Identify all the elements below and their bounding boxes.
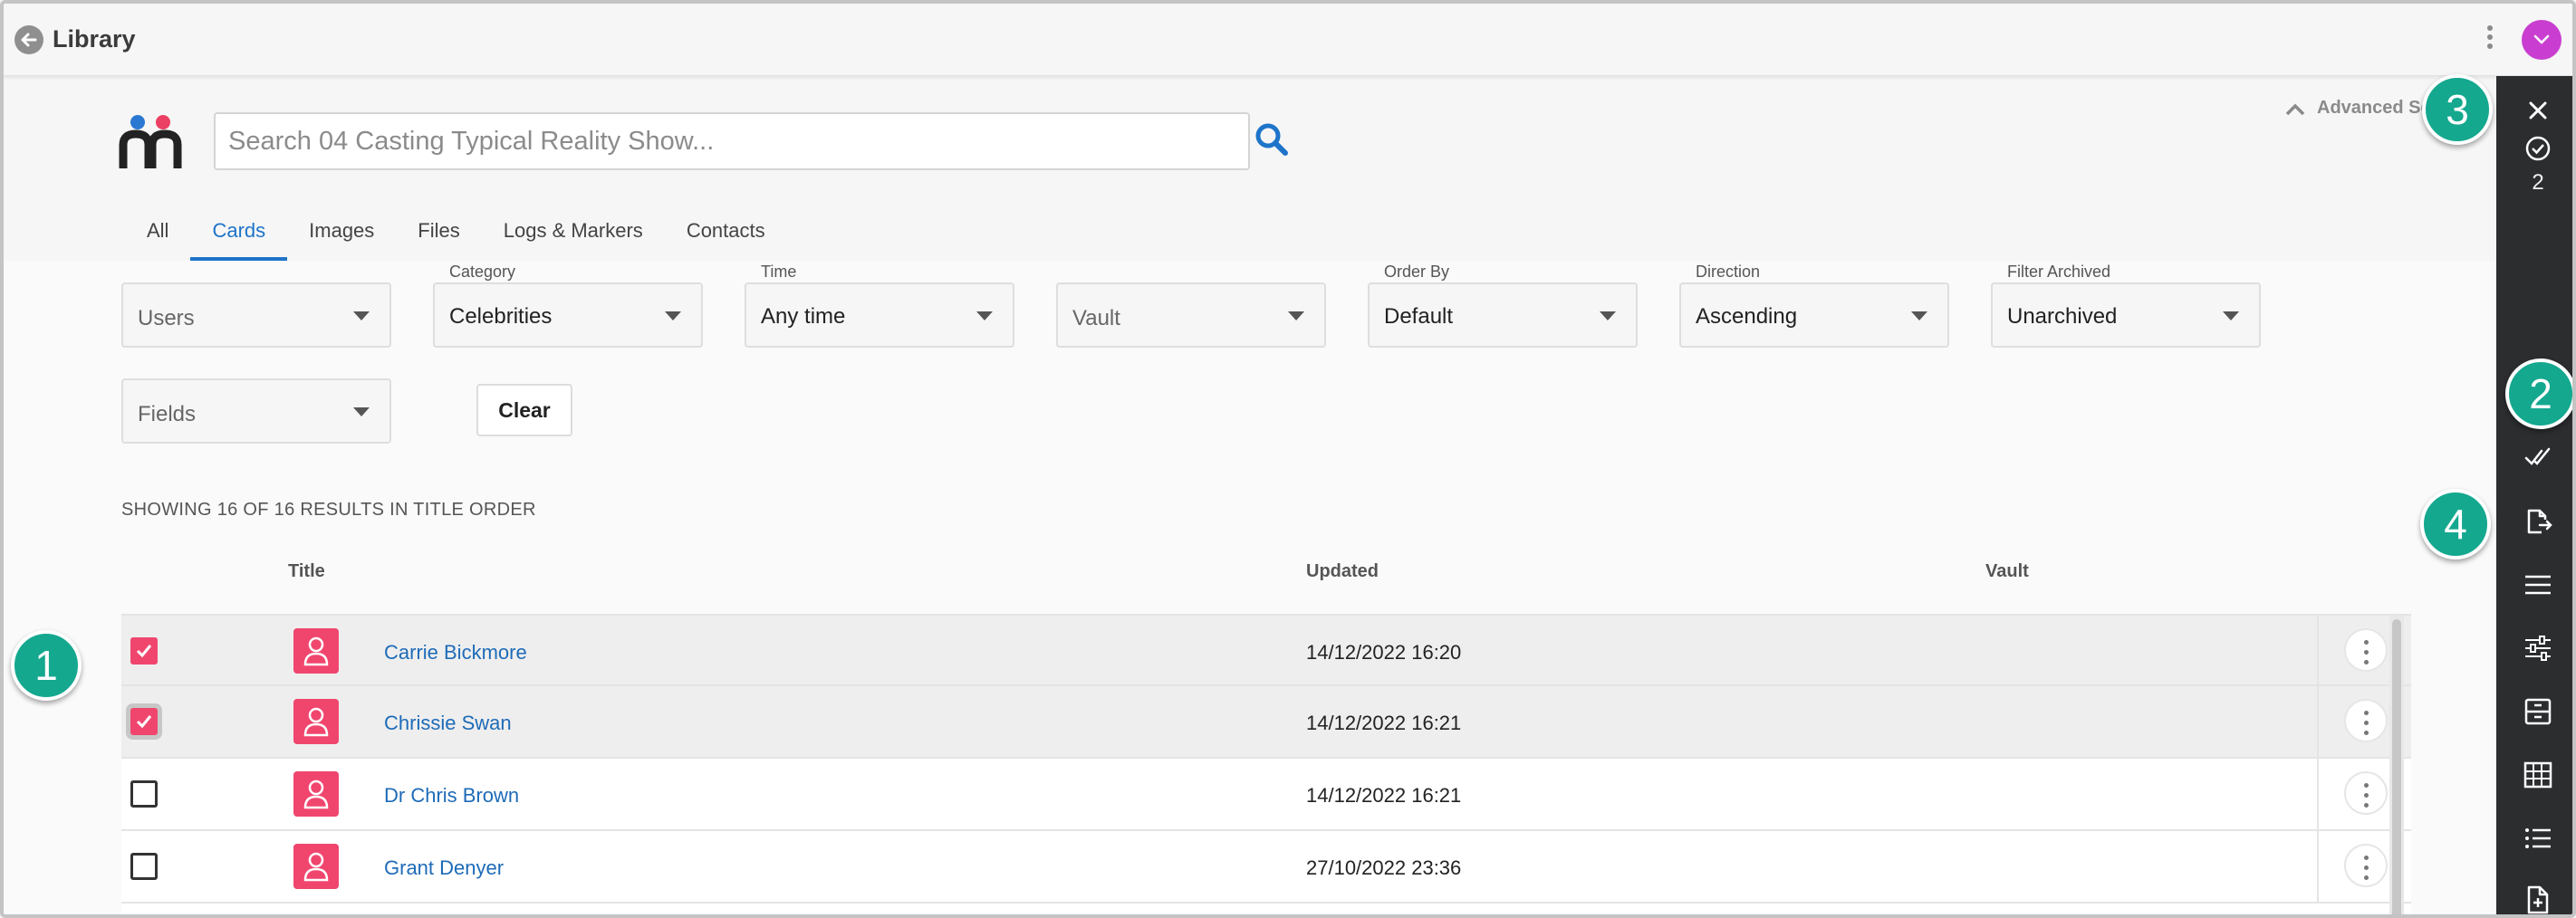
check-circle-icon[interactable]: [2522, 132, 2554, 165]
table-row[interactable]: Dr Chris Brown 14/12/2022 16:21: [121, 759, 2411, 831]
tab-bar: All Cards Images Files Logs & Markers Co…: [125, 206, 787, 261]
tab-contacts[interactable]: Contacts: [665, 206, 787, 261]
export-file-icon[interactable]: [2522, 505, 2554, 538]
table-row[interactable]: Chrissie Swan 14/12/2022 16:21: [121, 686, 2411, 759]
page-title: Library: [53, 25, 136, 53]
updated-date: 14/12/2022 16:20: [1306, 641, 1462, 664]
callout-badge-3: 3: [2422, 74, 2493, 145]
close-icon[interactable]: [2522, 94, 2554, 127]
grid-table-icon[interactable]: [2522, 759, 2554, 791]
order-by-filter-label: Order By: [1384, 263, 1450, 281]
back-arrow-icon[interactable]: [14, 25, 43, 54]
row-checkbox[interactable]: [130, 780, 158, 808]
dropdown-caret-icon: [1911, 311, 1927, 320]
direction-filter-label: Direction: [1696, 263, 1761, 281]
dropdown-caret-icon: [353, 407, 370, 416]
person-card-icon: [293, 699, 339, 744]
selection-toolbar: 2: [2496, 76, 2572, 916]
row-more-options-icon[interactable]: [2344, 844, 2388, 887]
users-filter-value: Users: [138, 306, 195, 330]
row-more-options-icon[interactable]: [2344, 699, 2388, 742]
tab-files[interactable]: Files: [396, 206, 481, 261]
direction-filter-value: Ascending: [1696, 304, 1798, 329]
person-card-icon: [293, 628, 339, 674]
new-file-icon[interactable]: [2522, 884, 2554, 916]
results-scrollbar[interactable]: [2389, 616, 2404, 914]
account-dropdown-avatar[interactable]: [2522, 20, 2562, 60]
order-by-filter-select[interactable]: Order By Default: [1368, 263, 1638, 348]
dropdown-caret-icon: [353, 311, 370, 320]
card-title-link[interactable]: Dr Chris Brown: [384, 784, 519, 808]
row-checkbox[interactable]: [130, 708, 158, 735]
category-filter-value: Celebrities: [449, 304, 553, 329]
users-filter-select[interactable]: Users: [121, 282, 391, 348]
fields-filter-value: Fields: [138, 402, 197, 426]
results-summary: SHOWING 16 OF 16 RESULTS IN TITLE ORDER: [121, 500, 536, 520]
list-icon[interactable]: [2522, 822, 2554, 855]
archive-box-icon[interactable]: [2522, 695, 2554, 728]
card-title-link[interactable]: Grant Denyer: [384, 856, 504, 880]
table-row[interactable]: Carrie Bickmore 14/12/2022 16:20: [121, 614, 2411, 686]
column-header-updated[interactable]: Updated: [1306, 561, 1379, 582]
double-check-icon[interactable]: [2522, 440, 2554, 473]
time-filter-label: Time: [761, 263, 797, 281]
callout-badge-1: 1: [11, 630, 82, 701]
updated-date: 27/10/2022 23:36: [1306, 856, 1462, 879]
dropdown-caret-icon: [1288, 311, 1304, 320]
vault-filter-value: Vault: [1072, 306, 1120, 330]
dropdown-caret-icon: [665, 311, 681, 320]
app-window: Library Advanced Se All Cards Images Fil…: [0, 0, 2576, 918]
row-checkbox[interactable]: [130, 853, 158, 880]
advanced-search-label: Advanced Se: [2317, 98, 2431, 118]
chevron-up-icon: [2285, 103, 2305, 116]
top-bar: Library: [4, 4, 2572, 76]
row-more-options-icon[interactable]: [2344, 628, 2388, 672]
column-header-vault[interactable]: Vault: [1985, 561, 2029, 582]
card-title-link[interactable]: Carrie Bickmore: [384, 641, 527, 665]
callout-badge-2: 2: [2505, 359, 2572, 429]
archived-filter-label: Filter Archived: [2007, 263, 2111, 281]
vault-filter-select[interactable]: Vault: [1056, 282, 1326, 348]
tab-cards[interactable]: Cards: [190, 206, 287, 261]
callout-badge-4: 4: [2420, 489, 2491, 559]
more-options-icon[interactable]: [2476, 22, 2504, 58]
dropdown-caret-icon: [976, 311, 993, 320]
menu-lines-icon[interactable]: [2522, 569, 2554, 601]
tab-images[interactable]: Images: [287, 206, 396, 261]
row-checkbox[interactable]: [130, 637, 158, 665]
person-card-icon: [293, 771, 339, 817]
selected-count: 2: [2532, 170, 2544, 195]
order-by-filter-value: Default: [1384, 304, 1454, 329]
archived-filter-value: Unarchived: [2007, 304, 2118, 329]
column-header-title[interactable]: Title: [288, 561, 325, 582]
dropdown-caret-icon: [2223, 311, 2239, 320]
sliders-icon[interactable]: [2522, 632, 2554, 665]
time-filter-value: Any time: [761, 304, 846, 329]
table-row[interactable]: [121, 904, 2411, 914]
search-icon[interactable]: [1254, 121, 1290, 158]
time-filter-select[interactable]: Time Any time: [745, 263, 1014, 348]
clear-filters-button[interactable]: Clear: [476, 384, 572, 436]
direction-filter-select[interactable]: Direction Ascending: [1679, 263, 1949, 348]
row-more-options-icon[interactable]: [2344, 771, 2388, 815]
card-title-link[interactable]: Chrissie Swan: [384, 712, 512, 735]
table-row[interactable]: Grant Denyer 27/10/2022 23:36: [121, 831, 2411, 904]
updated-date: 14/12/2022 16:21: [1306, 784, 1462, 807]
archived-filter-select[interactable]: Filter Archived Unarchived: [1991, 263, 2261, 348]
category-filter-select[interactable]: Category Celebrities: [433, 263, 703, 348]
tab-logs-markers[interactable]: Logs & Markers: [482, 206, 665, 261]
tab-all[interactable]: All: [125, 206, 190, 261]
search-input[interactable]: [214, 112, 1250, 170]
person-card-icon: [293, 844, 339, 889]
app-logo: [119, 115, 182, 168]
fields-filter-select[interactable]: Fields: [121, 378, 391, 444]
category-filter-label: Category: [449, 263, 516, 281]
scrollbar-thumb[interactable]: [2392, 619, 2401, 914]
dropdown-caret-icon: [1600, 311, 1616, 320]
updated-date: 14/12/2022 16:21: [1306, 712, 1462, 734]
